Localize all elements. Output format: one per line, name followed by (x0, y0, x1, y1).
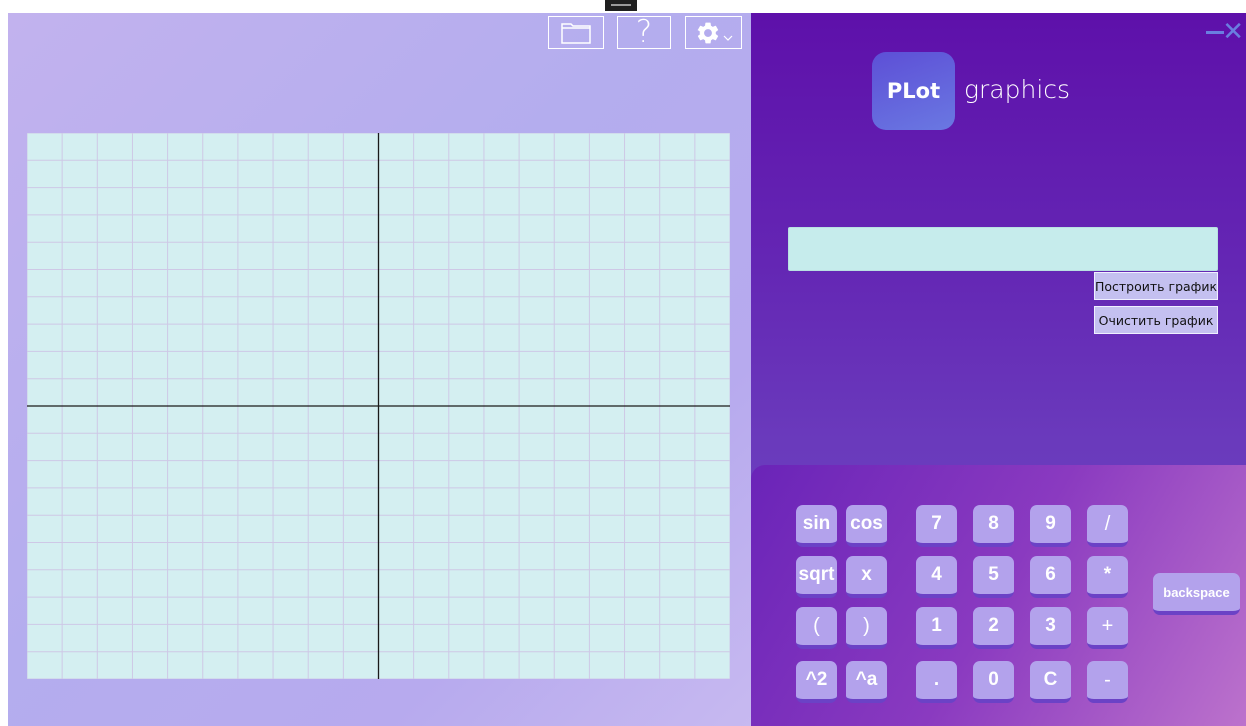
logo-badge: PLot (872, 52, 955, 130)
key-minus[interactable]: - (1087, 661, 1128, 703)
key-decimal[interactable]: . (916, 661, 957, 703)
clear-graph-button[interactable]: Очистить график (1094, 306, 1218, 334)
graph-panel: ? (8, 13, 751, 726)
help-icon: ? (635, 14, 653, 50)
open-file-button[interactable] (548, 16, 604, 49)
gear-icon (697, 22, 718, 43)
key-sin[interactable]: sin (796, 505, 837, 547)
key-8[interactable]: 8 (973, 505, 1014, 547)
key-plus[interactable]: + (1087, 607, 1128, 649)
key-close-paren[interactable]: ) (846, 607, 887, 649)
calculator-keypad: sin cos sqrt x ( ) ^2 ^a 7 8 9 / 4 5 6 *… (751, 465, 1246, 726)
graph-canvas[interactable] (27, 133, 730, 679)
chevron-down-icon (723, 35, 732, 41)
key-power[interactable]: ^a (846, 661, 887, 703)
graph-grid (27, 133, 730, 679)
key-3[interactable]: 3 (1030, 607, 1071, 649)
key-divide[interactable]: / (1087, 505, 1128, 547)
key-7[interactable]: 7 (916, 505, 957, 547)
key-6[interactable]: 6 (1030, 556, 1071, 598)
folder-icon (561, 22, 591, 44)
help-button[interactable]: ? (617, 16, 671, 49)
backspace-button[interactable]: backspace (1153, 573, 1240, 615)
key-9[interactable]: 9 (1030, 505, 1071, 547)
key-2[interactable]: 2 (973, 607, 1014, 649)
drag-handle[interactable] (605, 0, 637, 11)
key-1[interactable]: 1 (916, 607, 957, 649)
key-open-paren[interactable]: ( (796, 607, 837, 649)
function-input[interactable] (788, 227, 1218, 271)
key-clear[interactable]: C (1030, 661, 1071, 703)
key-4[interactable]: 4 (916, 556, 957, 598)
key-square[interactable]: ^2 (796, 661, 837, 703)
key-0[interactable]: 0 (973, 661, 1014, 703)
key-multiply[interactable]: * (1087, 556, 1128, 598)
logo-text: graphics (964, 75, 1071, 104)
key-sqrt[interactable]: sqrt (796, 556, 837, 598)
key-5[interactable]: 5 (973, 556, 1014, 598)
build-graph-button[interactable]: Построить график (1094, 272, 1218, 300)
key-cos[interactable]: cos (846, 505, 887, 547)
close-icon[interactable]: ✕ (1222, 19, 1244, 45)
settings-button[interactable] (685, 16, 742, 49)
key-x[interactable]: x (846, 556, 887, 598)
